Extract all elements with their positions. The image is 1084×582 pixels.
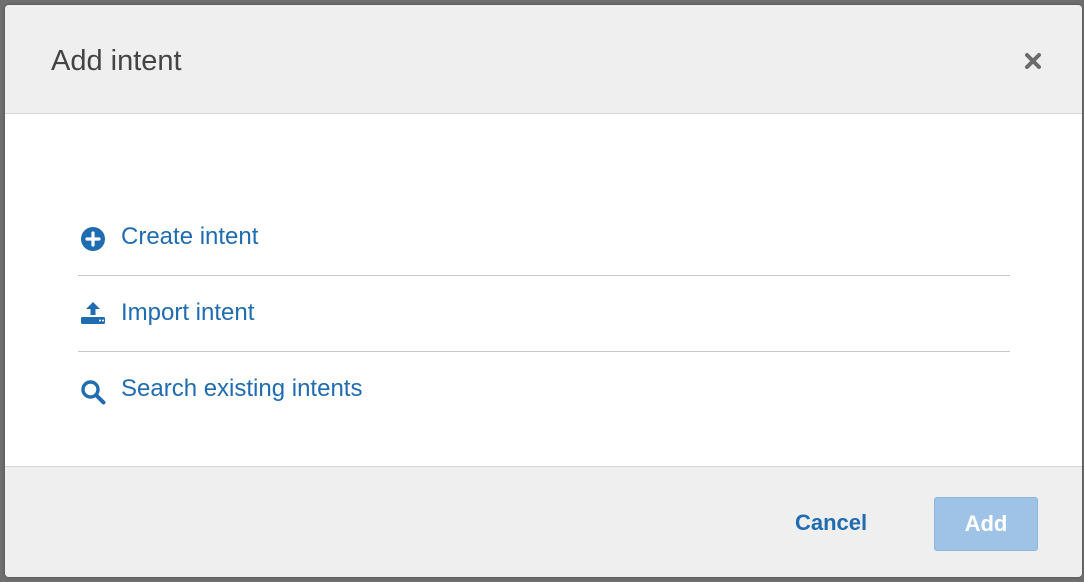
dialog-header: Add intent <box>5 5 1082 114</box>
add-intent-dialog: Add intent Create intent Import intent S… <box>5 5 1082 577</box>
plus-circle-icon <box>81 227 105 251</box>
close-icon <box>1025 53 1041 69</box>
close-button[interactable] <box>1022 50 1044 72</box>
dialog-body: Create intent Import intent Search exist… <box>5 114 1082 466</box>
create-intent-label[interactable]: Create intent <box>121 222 258 252</box>
dialog-title: Add intent <box>51 45 182 77</box>
create-intent-option[interactable]: Create intent <box>78 200 1010 276</box>
import-intent-option[interactable]: Import intent <box>78 276 1010 352</box>
search-existing-intents-label[interactable]: Search existing intents <box>121 374 362 404</box>
cancel-button[interactable]: Cancel <box>795 509 867 537</box>
upload-icon <box>81 302 105 324</box>
search-icon <box>81 380 106 405</box>
search-existing-intents-option[interactable]: Search existing intents <box>78 352 1010 428</box>
add-button[interactable]: Add <box>934 497 1038 551</box>
import-intent-label[interactable]: Import intent <box>121 298 254 328</box>
dialog-footer: Cancel Add <box>5 466 1082 577</box>
